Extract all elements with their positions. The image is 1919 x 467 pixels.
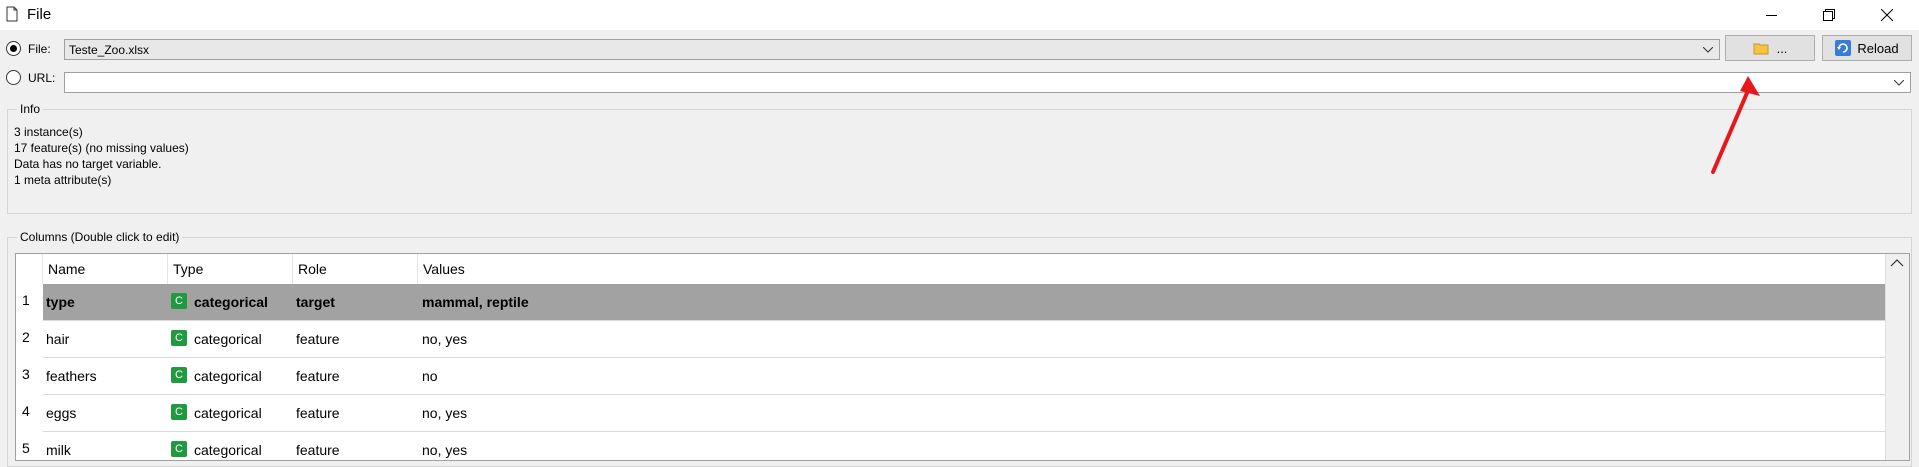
- cell-type: categorical: [194, 442, 262, 458]
- header-values[interactable]: Values: [418, 254, 1885, 284]
- cell-values: no: [422, 368, 438, 384]
- chevron-down-icon: [1703, 47, 1713, 53]
- info-meta: 1 meta attribute(s): [14, 173, 112, 187]
- table-row[interactable]: eggs C categorical feature no, yes: [43, 395, 1885, 432]
- chevron-down-icon: [1894, 80, 1904, 86]
- table-row[interactable]: hair C categorical feature no, yes: [43, 321, 1885, 358]
- minimize-button[interactable]: [1742, 0, 1800, 30]
- columns-table: Name Type Role Values 1 type C categoric…: [15, 253, 1910, 461]
- table-row[interactable]: milk C categorical feature no, yes: [43, 432, 1885, 460]
- table-row[interactable]: type C categorical target mammal, reptil…: [43, 284, 1885, 321]
- annotation-arrow-icon: [1711, 76, 1760, 174]
- file-combo-value: Teste_Zoo.xlsx: [69, 43, 150, 57]
- url-radio[interactable]: [6, 70, 21, 85]
- file-icon: [6, 6, 18, 22]
- restore-icon: [1823, 9, 1835, 21]
- cell-values: no, yes: [422, 442, 468, 458]
- close-button[interactable]: [1858, 0, 1916, 30]
- categorical-icon: C: [171, 404, 187, 420]
- cell-type: categorical: [194, 294, 268, 310]
- row-number-header: [16, 254, 43, 284]
- header-type[interactable]: Type: [168, 254, 293, 284]
- cell-values: mammal, reptile: [422, 294, 529, 310]
- categorical-icon: C: [171, 330, 187, 346]
- cell-name: milk: [46, 442, 71, 458]
- cell-role: target: [296, 294, 335, 310]
- info-instances: 3 instance(s): [14, 125, 83, 139]
- restore-button[interactable]: [1800, 0, 1858, 30]
- header-role[interactable]: Role: [293, 254, 418, 284]
- row-number: 5: [22, 440, 30, 456]
- url-combo[interactable]: [64, 72, 1911, 93]
- columns-group-title: Columns (Double click to edit): [17, 230, 183, 244]
- cell-name: hair: [46, 331, 70, 347]
- minimize-icon: [1765, 14, 1777, 16]
- file-radio[interactable]: [6, 41, 21, 56]
- info-features: 17 feature(s) (no missing values): [14, 141, 189, 155]
- file-combo[interactable]: Teste_Zoo.xlsx: [64, 39, 1720, 60]
- cell-values: no, yes: [422, 405, 468, 421]
- categorical-icon: C: [171, 367, 187, 383]
- folder-icon: [1753, 43, 1769, 55]
- cell-role: feature: [296, 405, 340, 421]
- row-number: 4: [22, 403, 30, 419]
- window-title: File: [27, 6, 52, 23]
- cell-type: categorical: [194, 405, 262, 421]
- browse-button-label: ...: [1776, 40, 1788, 56]
- header-name[interactable]: Name: [43, 254, 168, 284]
- radio-selected-dot: [10, 45, 17, 52]
- cell-role: feature: [296, 442, 340, 458]
- cell-name: eggs: [46, 405, 77, 421]
- file-label: File:: [28, 42, 51, 56]
- info-target: Data has no target variable.: [14, 157, 162, 171]
- scroll-up-icon[interactable]: [1890, 258, 1904, 268]
- reload-button[interactable]: Reload: [1822, 35, 1912, 61]
- categorical-icon: C: [171, 441, 187, 457]
- info-group-title: Info: [17, 102, 44, 116]
- row-number: 1: [22, 292, 30, 308]
- url-label: URL:: [28, 71, 56, 85]
- cell-type: categorical: [194, 368, 262, 384]
- close-icon: [1881, 9, 1893, 21]
- title-bar: File: [0, 0, 1919, 30]
- cell-name: feathers: [46, 368, 97, 384]
- reload-button-label: Reload: [1857, 40, 1899, 56]
- browse-button[interactable]: ...: [1725, 35, 1815, 61]
- categorical-icon: C: [171, 293, 187, 309]
- table-vertical-scrollbar[interactable]: [1885, 254, 1909, 460]
- row-number: 3: [22, 366, 30, 382]
- info-group: [7, 109, 1912, 214]
- cell-name: type: [46, 294, 75, 310]
- row-number: 2: [22, 329, 30, 345]
- table-row[interactable]: feathers C categorical feature no: [43, 358, 1885, 395]
- cell-role: feature: [296, 368, 340, 384]
- cell-values: no, yes: [422, 331, 468, 347]
- cell-type: categorical: [194, 331, 262, 347]
- cell-role: feature: [296, 331, 340, 347]
- reload-icon: [1835, 40, 1852, 56]
